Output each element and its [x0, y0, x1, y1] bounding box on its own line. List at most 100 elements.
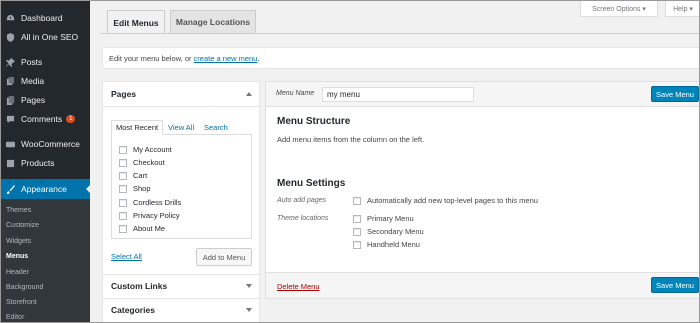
menu-structure-hint: Add menu items from the column on the le… [277, 135, 425, 144]
checkbox[interactable] [353, 196, 361, 205]
woocommerce-icon [6, 140, 15, 149]
menu-body: Menu Structure Add menu items from the c… [265, 107, 699, 297]
list-item[interactable]: Shop [119, 183, 151, 194]
sidebar-item-label: Dashboard [21, 13, 63, 23]
location-label: Handheld Menu [367, 240, 420, 249]
checkbox[interactable] [119, 158, 127, 167]
categories-panel-header[interactable]: Categories [103, 298, 261, 322]
products-icon [6, 159, 15, 168]
sidebar-item-posts[interactable]: Posts [1, 54, 42, 70]
list-item[interactable]: Cordless Drills [119, 197, 181, 208]
sidebar-item-pages[interactable]: Pages [1, 92, 45, 108]
sidebar-item-label: Appearance [21, 184, 67, 194]
tab-edit-menus[interactable]: Edit Menus [107, 10, 165, 34]
menu-settings-title: Menu Settings [277, 178, 346, 189]
menu-header: Menu Name my menu Save Menu [265, 81, 699, 107]
pages-panel-title: Pages [111, 89, 137, 99]
sidebar-item-appearance-row: Appearance [1, 181, 67, 197]
save-menu-button-bottom[interactable]: Save Menu [651, 277, 699, 293]
submenu-header[interactable]: Header [6, 269, 29, 276]
collapse-arrow-icon[interactable] [246, 92, 252, 96]
sidebar-item-appearance[interactable]: Appearance [1, 179, 90, 199]
submenu-menus[interactable]: Menus [6, 253, 28, 260]
help-button[interactable]: Help ▾ [665, 1, 699, 17]
sidebar-item-products[interactable]: Products [1, 155, 55, 171]
tab-manage-locations[interactable]: Manage Locations [170, 10, 256, 33]
pages-tabs: Most Recent View All Search [111, 120, 252, 135]
auto-add-option[interactable]: Automatically add new top-level pages to… [353, 196, 538, 205]
sidebar-item-label: Comments [21, 114, 63, 124]
sidebar-item-seo[interactable]: All in One SEO [1, 29, 78, 45]
add-to-menu-button[interactable]: Add to Menu [196, 248, 252, 266]
expand-arrow-icon[interactable] [246, 284, 252, 288]
submenu-themes[interactable]: Themes [6, 207, 31, 214]
create-menu-link[interactable]: create a new menu [194, 54, 258, 63]
location-label: Primary Menu [367, 214, 414, 223]
submenu-editor[interactable]: Editor [6, 314, 24, 321]
sidebar-item-dashboard[interactable]: Dashboard [1, 10, 63, 26]
checkbox[interactable] [353, 214, 361, 223]
checkbox[interactable] [119, 145, 127, 154]
media-icon [6, 76, 15, 86]
list-item[interactable]: Checkout [119, 157, 165, 168]
pages-panel-header[interactable]: Pages [103, 82, 261, 106]
location-primary[interactable]: Primary Menu [353, 214, 414, 223]
sidebar-item-comments[interactable]: Comments 1 [1, 111, 76, 127]
menu-name-input[interactable]: my menu [322, 87, 474, 102]
list-item-label: Shop [133, 184, 151, 193]
auto-add-label: Auto add pages [277, 197, 327, 204]
add-menu-items-column: Pages Most Recent View All Search My Acc… [102, 81, 261, 322]
submenu-widgets[interactable]: Widgets [6, 238, 31, 245]
menu-footer: Delete Menu Save Menu [265, 272, 699, 299]
menu-structure-title: Menu Structure [277, 116, 351, 127]
auto-add-option-label: Automatically add new top-level pages to… [367, 196, 538, 205]
submenu-customize[interactable]: Customize [6, 222, 39, 229]
checkbox[interactable] [353, 227, 361, 236]
theme-locations-label: Theme locations [277, 215, 329, 222]
checkbox[interactable] [119, 224, 127, 233]
tab-most-recent[interactable]: Most Recent [111, 120, 164, 135]
sidebar-item-label: Media [21, 76, 45, 86]
expand-arrow-icon[interactable] [246, 308, 252, 312]
tab-view-all[interactable]: View All [168, 120, 194, 135]
screen-options-button[interactable]: Screen Options ▾ [580, 1, 658, 17]
checkbox[interactable] [119, 184, 127, 193]
sidebar-item-media[interactable]: Media [1, 73, 44, 89]
comment-icon [6, 115, 15, 124]
admin-window: Dashboard All in One SEO Posts Media Pag… [0, 0, 700, 323]
sidebar-item-label: All in One SEO [21, 32, 79, 42]
list-item-label: Privacy Policy [133, 211, 180, 220]
list-item-label: My Account [133, 145, 172, 154]
sidebar-item-label: WooCommerce [21, 139, 80, 149]
tab-search[interactable]: Search [204, 120, 228, 135]
list-item-label: About Me [133, 224, 166, 233]
dashboard-icon [6, 14, 15, 23]
submenu-storefront[interactable]: Storefront [6, 299, 37, 306]
select-all-link[interactable]: Select All [111, 252, 142, 261]
sidebar-item-woocommerce[interactable]: WooCommerce [1, 136, 80, 152]
pin-icon [6, 57, 15, 67]
save-menu-button[interactable]: Save Menu [651, 86, 699, 102]
list-item-label: Checkout [133, 158, 165, 167]
brush-icon [6, 184, 15, 194]
comment-count-badge: 1 [66, 115, 76, 123]
list-item[interactable]: About Me [119, 223, 165, 234]
checkbox[interactable] [119, 198, 127, 207]
location-handheld[interactable]: Handheld Menu [353, 240, 420, 249]
checkbox[interactable] [119, 211, 127, 220]
list-item-label: Cart [133, 171, 148, 180]
delete-menu-link[interactable]: Delete Menu [277, 282, 320, 291]
list-item-label: Cordless Drills [133, 198, 182, 207]
list-item[interactable]: Privacy Policy [119, 210, 180, 221]
checkbox[interactable] [119, 171, 127, 180]
custom-links-title: Custom Links [111, 281, 168, 291]
info-notice: Edit your menu below, or create a new me… [102, 47, 699, 69]
divider [103, 106, 261, 107]
list-item[interactable]: Cart [119, 170, 147, 181]
submenu-background[interactable]: Background [6, 284, 43, 291]
checkbox[interactable] [353, 240, 361, 249]
location-secondary[interactable]: Secondary Menu [353, 227, 424, 236]
custom-links-panel-header[interactable]: Custom Links [103, 274, 261, 298]
list-item[interactable]: My Account [119, 144, 172, 155]
tab-divider [100, 33, 699, 34]
